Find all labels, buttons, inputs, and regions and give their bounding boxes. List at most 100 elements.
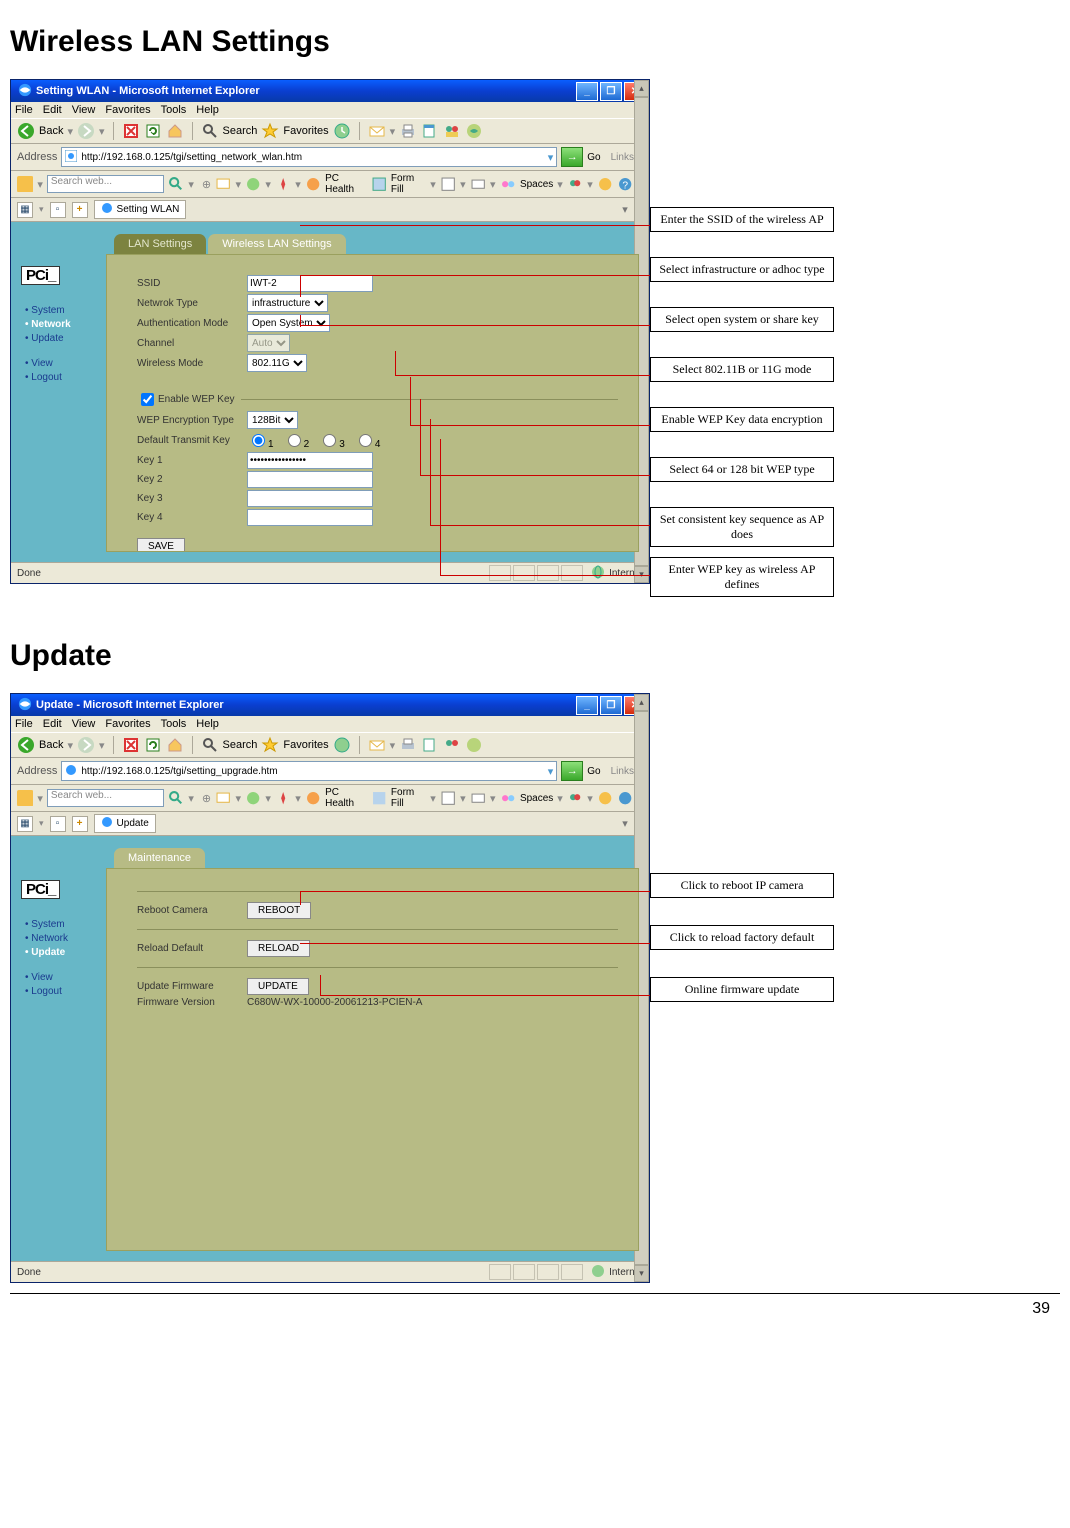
tab-grid-icon[interactable]: ▦ [17, 202, 33, 218]
sidebar-item-update[interactable]: Update [25, 947, 106, 958]
messenger-icon[interactable] [443, 122, 461, 140]
back-icon[interactable] [17, 736, 35, 754]
search-go-icon[interactable] [168, 175, 184, 193]
mail-icon[interactable] [368, 736, 386, 754]
menu-help[interactable]: Help [196, 718, 219, 730]
tab-doc-icon[interactable]: ▫ [50, 202, 66, 218]
messenger-icon[interactable] [443, 736, 461, 754]
search-input[interactable]: Search web... [47, 175, 164, 193]
pchealth-icon[interactable] [305, 175, 321, 193]
edit-icon[interactable] [421, 736, 439, 754]
wmode-select[interactable]: 802.11G [247, 354, 307, 372]
deftx-radio-3[interactable] [323, 434, 336, 447]
ssid-input[interactable] [247, 275, 373, 292]
dropdown-icon[interactable]: ▾ [548, 765, 554, 778]
favorites-label[interactable]: Favorites [283, 125, 328, 137]
forward-icon[interactable] [77, 736, 95, 754]
key4-input[interactable] [247, 509, 373, 526]
maximize-button[interactable]: ❐ [600, 82, 622, 101]
update-button[interactable]: UPDATE [247, 978, 309, 995]
edit-icon[interactable] [421, 122, 439, 140]
minimize-button[interactable]: _ [576, 82, 598, 101]
print-icon[interactable] [399, 736, 417, 754]
sidebar-item-logout[interactable]: Logout [25, 372, 106, 383]
menu-favorites[interactable]: Favorites [105, 718, 150, 730]
back-label[interactable]: Back [39, 125, 63, 137]
weptype-select[interactable]: 128Bit [247, 411, 298, 429]
searchbar-icon[interactable] [17, 175, 33, 193]
favorites-icon[interactable] [261, 122, 279, 140]
menu-edit[interactable]: Edit [43, 104, 62, 116]
research-icon[interactable] [465, 122, 483, 140]
favorites-icon[interactable] [261, 736, 279, 754]
spaces-icon[interactable] [500, 175, 516, 193]
maximize-button[interactable]: ❐ [600, 696, 622, 715]
stop-icon[interactable] [122, 736, 140, 754]
sidebar-item-view[interactable]: View [25, 972, 106, 983]
sidebar-item-network[interactable]: Network [25, 319, 106, 330]
sidebar-item-update[interactable]: Update [25, 333, 106, 344]
address-field[interactable]: http://192.168.0.125/tgi/setting_upgrade… [61, 761, 557, 781]
sidebar-item-logout[interactable]: Logout [25, 986, 106, 997]
menu-file[interactable]: File [15, 718, 33, 730]
save-button[interactable]: SAVE [137, 538, 185, 552]
spaces-label[interactable]: Spaces [520, 179, 553, 190]
pchealth-label[interactable]: PC Health [325, 173, 366, 195]
favorites-label[interactable]: Favorites [283, 739, 328, 751]
history-icon[interactable] [333, 122, 351, 140]
menu-edit[interactable]: Edit [43, 718, 62, 730]
forward-icon[interactable] [77, 122, 95, 140]
channel-select[interactable]: Auto [247, 334, 290, 352]
tab-add-icon[interactable]: + [72, 202, 88, 218]
sidebar-item-network[interactable]: Network [25, 933, 106, 944]
deftx-radio-1[interactable] [252, 434, 265, 447]
reboot-button[interactable]: REBOOT [247, 902, 311, 919]
tab-wireless-lan-settings[interactable]: Wireless LAN Settings [208, 234, 345, 254]
refresh-icon[interactable] [144, 736, 162, 754]
menu-view[interactable]: View [72, 718, 96, 730]
back-label[interactable]: Back [39, 739, 63, 751]
formfill-icon[interactable] [371, 175, 387, 193]
tab-menu-icon[interactable]: ▾ [622, 203, 628, 216]
deftx-radio-2[interactable] [288, 434, 301, 447]
formfill-label[interactable]: Form Fill [391, 173, 426, 195]
tab-add-icon[interactable]: + [72, 816, 88, 832]
tab-lan-settings[interactable]: LAN Settings [114, 234, 206, 254]
stop-icon[interactable] [122, 122, 140, 140]
minimize-button[interactable]: _ [576, 696, 598, 715]
search-input[interactable]: Search web... [47, 789, 164, 807]
browser-tab[interactable]: Setting WLAN [94, 200, 187, 219]
menu-tools[interactable]: Tools [161, 718, 187, 730]
refresh-icon[interactable] [144, 122, 162, 140]
go-button[interactable]: → [561, 761, 583, 781]
menu-view[interactable]: View [72, 104, 96, 116]
mail-icon[interactable] [368, 122, 386, 140]
sidebar-item-system[interactable]: System [25, 919, 106, 930]
links-label[interactable]: Links [611, 766, 634, 777]
links-label[interactable]: Links [611, 152, 634, 163]
dropdown-icon[interactable]: ▾ [548, 151, 554, 164]
tab-doc-icon[interactable]: ▫ [50, 816, 66, 832]
search-label[interactable]: Search [223, 739, 258, 751]
home-icon[interactable] [166, 736, 184, 754]
auth-select[interactable]: Open System [247, 314, 330, 332]
deftx-radio-4[interactable] [359, 434, 372, 447]
nettype-select[interactable]: infrastructure [247, 294, 328, 312]
key2-input[interactable] [247, 471, 373, 488]
enablewep-checkbox[interactable] [141, 393, 154, 406]
search-icon[interactable] [201, 122, 219, 140]
key1-input[interactable] [247, 452, 373, 469]
print-icon[interactable] [399, 122, 417, 140]
search-label[interactable]: Search [223, 125, 258, 137]
key3-input[interactable] [247, 490, 373, 507]
tab-grid-icon[interactable]: ▦ [17, 816, 33, 832]
back-icon[interactable] [17, 122, 35, 140]
menu-tools[interactable]: Tools [161, 104, 187, 116]
research-icon[interactable] [465, 736, 483, 754]
sidebar-item-system[interactable]: System [25, 305, 106, 316]
menu-help[interactable]: Help [196, 104, 219, 116]
menu-favorites[interactable]: Favorites [105, 104, 150, 116]
home-icon[interactable] [166, 122, 184, 140]
tab-maintenance[interactable]: Maintenance [114, 848, 205, 868]
search-icon[interactable] [201, 736, 219, 754]
